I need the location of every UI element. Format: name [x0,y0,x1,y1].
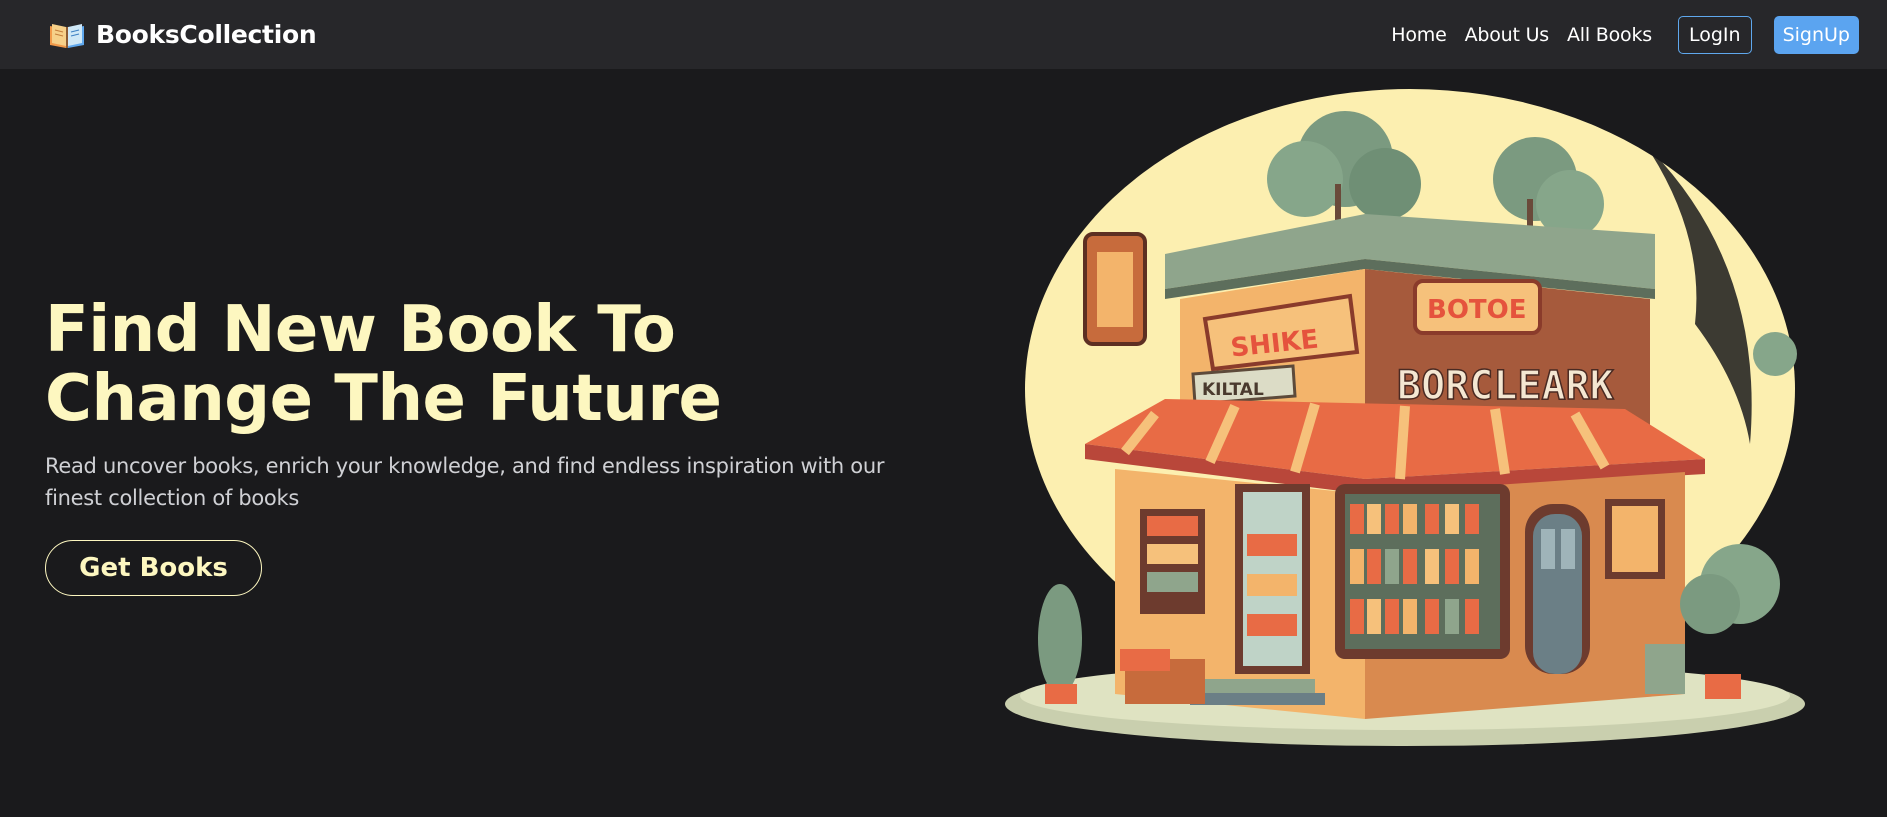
hero-section: Find New Book To Change The Future Read … [45,296,945,596]
nav-menu: Home About Us All Books LogIn SignUp [1391,15,1859,54]
get-books-button[interactable]: Get Books [45,540,262,596]
open-book-icon [50,23,84,48]
brand-name: BooksCollection [96,20,317,49]
brand[interactable]: BooksCollection [48,20,317,50]
bookstore-illustration: SHIKE BOTOE KILTAL BORCLEARK [1005,89,1805,746]
login-button[interactable]: LogIn [1677,15,1752,54]
hero-subtitle: Read uncover books, enrich your knowledg… [45,454,885,510]
navbar: BooksCollection Home About Us All Books … [0,0,1887,69]
nav-link-home[interactable]: Home [1391,24,1447,46]
nav-link-all-books[interactable]: All Books [1567,24,1652,46]
sign-botoe: BOTOE [1427,295,1527,325]
sign-borclearks: BORCLEARK [1397,363,1614,409]
hero-title: Find New Book To Change The Future [45,293,722,436]
sign-kiltal: KILTAL [1202,380,1264,400]
signup-button[interactable]: SignUp [1773,15,1859,54]
nav-link-about-us[interactable]: About Us [1465,24,1550,46]
